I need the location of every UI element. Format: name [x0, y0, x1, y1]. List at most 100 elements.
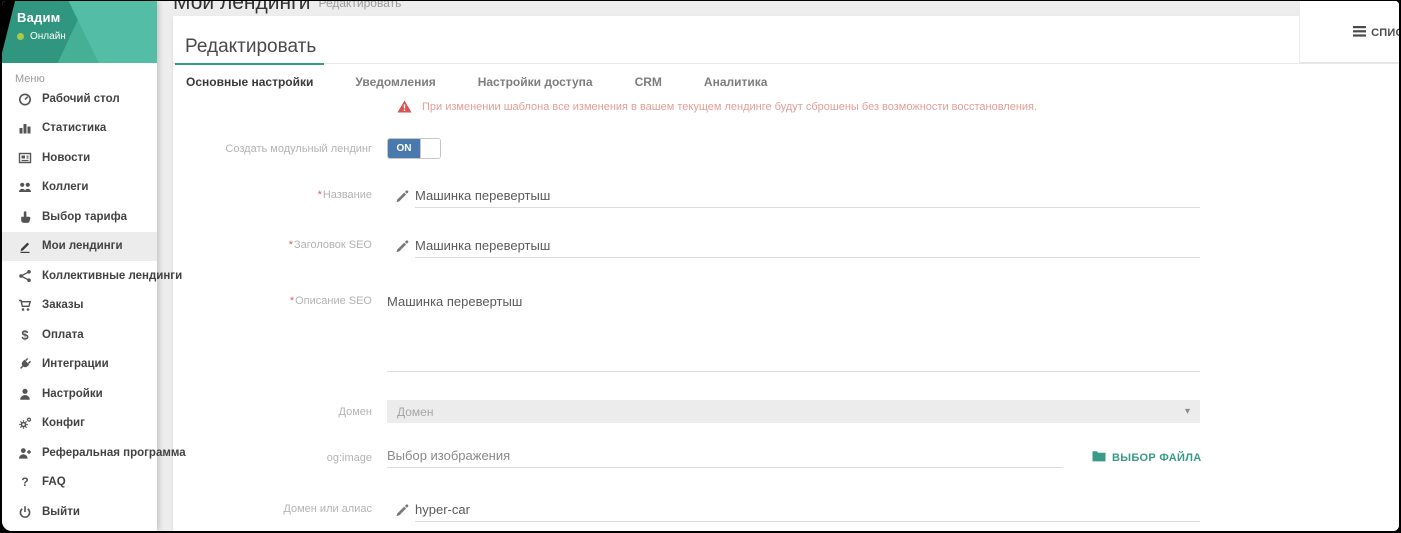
share-icon — [17, 269, 33, 283]
power-icon — [17, 505, 33, 519]
user-icon — [17, 387, 33, 401]
og-image-input[interactable] — [387, 444, 1063, 468]
sidebar-item-statistics[interactable]: Статистика — [2, 114, 157, 144]
question-icon: ? — [17, 475, 33, 489]
list-button[interactable]: СПИСОК — [1353, 26, 1399, 40]
domain-select-value: Домен — [397, 405, 1185, 419]
required-asterisk: * — [318, 189, 322, 201]
sidebar-item-faq[interactable]: ? FAQ — [2, 468, 157, 498]
sidebar-item-referral[interactable]: Реферальная программа — [2, 438, 157, 468]
sidebar-item-label: Новости — [42, 152, 90, 164]
alias-input[interactable] — [415, 498, 1200, 522]
sidebar-item-colleagues[interactable]: Коллеги — [2, 173, 157, 203]
list-icon — [1353, 26, 1366, 40]
required-asterisk: * — [289, 239, 293, 251]
tab-notifications[interactable]: Уведомления — [353, 64, 437, 97]
seo-title-label: *Заголовок SEO — [173, 239, 372, 251]
seo-title-input[interactable] — [415, 234, 1200, 258]
user-plus-icon — [17, 446, 33, 460]
sidebar-item-settings[interactable]: Настройки — [2, 379, 157, 409]
name-label: *Название — [173, 189, 372, 201]
svg-text:?: ? — [21, 475, 28, 489]
card-title: Редактировать — [185, 36, 316, 58]
sidebar-item-payment[interactable]: $ Оплата — [2, 320, 157, 350]
template-warning: При изменении шаблона все изменения в ва… — [397, 100, 1037, 113]
pencil-icon — [395, 238, 409, 252]
sidebar-item-label: Выйти — [42, 506, 80, 518]
dashboard-icon — [17, 92, 33, 106]
modular-landing-label: Создать модульный лендинг — [173, 143, 372, 155]
users-icon — [17, 180, 33, 194]
sidebar-item-news[interactable]: Новости — [2, 143, 157, 173]
sidebar-item-integrations[interactable]: Интеграции — [2, 350, 157, 380]
sidebar-item-label: Выбор тарифа — [42, 211, 127, 223]
svg-text:$: $ — [21, 328, 29, 342]
sidebar-item-dashboard[interactable]: Рабочий стол — [2, 84, 157, 114]
sidebar-item-label: Интеграции — [42, 358, 109, 370]
pencil-icon — [395, 502, 409, 516]
warning-text: При изменении шаблона все изменения в ва… — [422, 101, 1037, 113]
sidebar-item-config[interactable]: Конфиг — [2, 409, 157, 439]
tab-analytics[interactable]: Аналитика — [702, 64, 770, 97]
modular-landing-toggle[interactable]: ON — [387, 138, 441, 159]
sidebar-item-label: Рабочий стол — [42, 93, 120, 105]
sidebar-item-label: Реферальная программа — [42, 447, 186, 459]
sidebar-menu: Рабочий стол Статистика Новости Коллеги … — [2, 84, 157, 531]
sidebar-item-label: Коллективные лендинги — [42, 270, 182, 282]
sidebar-item-label: Конфиг — [42, 417, 85, 429]
sidebar-item-label: Настройки — [42, 388, 103, 400]
pencil-icon — [395, 188, 409, 202]
sidebar-item-label: Оплата — [42, 329, 84, 341]
cart-icon — [17, 298, 33, 312]
news-icon — [17, 151, 33, 165]
choose-file-button[interactable]: ВЫБОР ФАЙЛА — [1092, 450, 1202, 465]
sidebar-item-label: Заказы — [42, 299, 83, 311]
sidebar: Вадим Онлайн Меню Рабочий стол Статистик… — [2, 1, 157, 531]
online-status-dot — [17, 33, 24, 40]
dollar-icon: $ — [17, 328, 33, 342]
sidebar-item-orders[interactable]: Заказы — [2, 291, 157, 321]
domain-label: Домен — [173, 406, 372, 418]
tab-main-settings[interactable]: Основные настройки — [184, 64, 315, 97]
sidebar-item-collective-landings[interactable]: Коллективные лендинги — [2, 261, 157, 291]
toggle-knob — [420, 139, 440, 158]
og-image-label: og:image — [173, 452, 372, 464]
chevron-down-icon: ▾ — [1185, 406, 1190, 417]
sidebar-item-my-landings[interactable]: Мои лендинги — [2, 232, 157, 262]
main-content: Мои лендинги Редактировать СПИСОК Редакти… — [157, 1, 1399, 531]
sidebar-item-logout[interactable]: Выйти — [2, 497, 157, 527]
sidebar-item-label: Статистика — [42, 122, 106, 134]
user-status: Онлайн — [17, 31, 157, 42]
domain-select[interactable]: Домен ▾ — [387, 400, 1200, 423]
hand-pointer-icon — [17, 210, 33, 224]
sidebar-item-label: FAQ — [42, 476, 66, 488]
sidebar-item-tariff[interactable]: Выбор тарифа — [2, 202, 157, 232]
profile-header: Вадим Онлайн — [2, 1, 157, 63]
folder-icon — [1092, 450, 1106, 465]
user-name: Вадим — [17, 10, 157, 25]
seo-description-label: *Описание SEO — [173, 295, 372, 307]
warning-icon — [397, 100, 412, 113]
sidebar-item-label: Мои лендинги — [42, 240, 123, 252]
app-window: Вадим Онлайн Меню Рабочий стол Статистик… — [2, 1, 1399, 531]
required-asterisk: * — [290, 295, 294, 307]
tab-access-settings[interactable]: Настройки доступа — [476, 64, 595, 97]
name-input[interactable] — [415, 184, 1200, 208]
bar-chart-icon — [17, 121, 33, 135]
top-right-toolbar: СПИСОК — [1299, 1, 1399, 63]
toggle-on-label: ON — [388, 139, 420, 158]
tab-crm[interactable]: CRM — [633, 64, 664, 97]
user-status-label: Онлайн — [30, 31, 66, 42]
pen-icon — [17, 239, 33, 253]
seo-description-textarea[interactable]: Машинка перевертыш — [387, 292, 1200, 372]
tab-bar: Основные настройки Уведомления Настройки… — [173, 63, 1399, 97]
choose-file-label: ВЫБОР ФАЙЛА — [1112, 452, 1202, 464]
page-title-text: Мои лендинги — [173, 1, 310, 15]
edit-card: Редактировать Основные настройки Уведомл… — [173, 16, 1399, 531]
list-button-label: СПИСОК — [1371, 27, 1399, 39]
sidebar-item-label: Коллеги — [42, 181, 88, 193]
alias-label: Домен или алиас — [173, 503, 372, 515]
gears-icon — [17, 416, 33, 430]
plug-icon — [17, 357, 33, 371]
page-subtitle-text: Редактировать — [318, 1, 401, 10]
